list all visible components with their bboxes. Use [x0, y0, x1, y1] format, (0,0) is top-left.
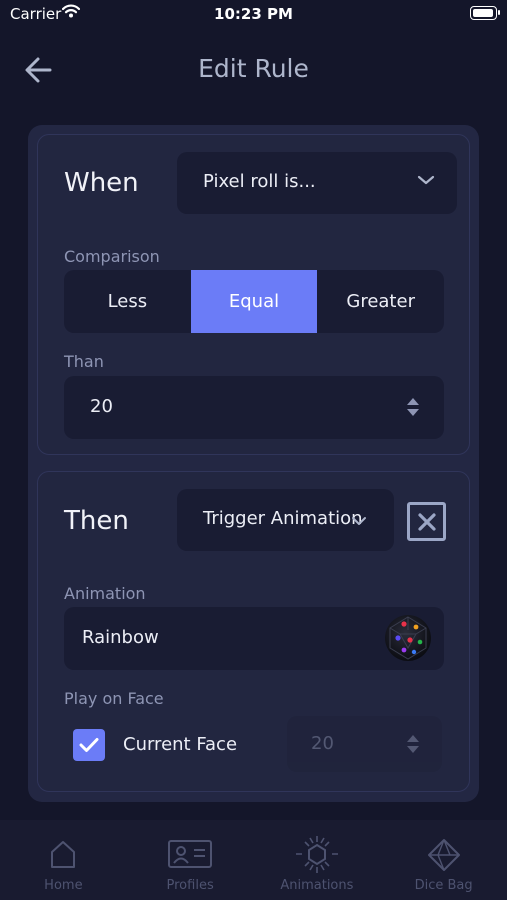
checkmark-icon: [79, 738, 99, 752]
status-time: 10:23 PM: [214, 5, 293, 23]
face-value: 20: [311, 733, 334, 754]
tab-animations-label: Animations: [280, 878, 354, 893]
segment-less[interactable]: Less: [64, 270, 191, 333]
current-face-label: Current Face: [123, 734, 238, 755]
status-bar: Carrier 10:23 PM: [0, 0, 507, 30]
tab-home-label: Home: [44, 878, 83, 893]
condition-dropdown[interactable]: Pixel roll is...: [177, 152, 457, 214]
play-on-face-label: Play on Face: [64, 689, 164, 708]
animation-picker[interactable]: Rainbow: [64, 607, 444, 670]
tab-profiles-label: Profiles: [166, 878, 214, 893]
chevron-down-icon: [417, 175, 435, 185]
chevron-down-icon: [352, 517, 366, 525]
when-title: When: [64, 168, 139, 198]
then-section: Then Trigger Animation Animation Rainbow: [37, 471, 470, 792]
tab-profiles[interactable]: Profiles: [127, 820, 254, 900]
tab-bar: Home Profiles Animations Dice Bag: [0, 820, 507, 900]
face-stepper[interactable]: 20: [287, 716, 442, 772]
battery-icon: [470, 6, 500, 20]
than-value-stepper[interactable]: 20: [64, 376, 444, 439]
animation-name: Rainbow: [82, 627, 159, 648]
stepper-arrows-icon: [407, 735, 419, 753]
nav-header: Edit Rule: [0, 40, 507, 100]
than-value: 20: [90, 396, 113, 417]
close-icon: [417, 512, 436, 531]
than-label: Than: [64, 352, 104, 371]
page-title: Edit Rule: [198, 54, 309, 83]
segment-equal[interactable]: Equal: [190, 270, 318, 333]
home-icon: [51, 841, 76, 868]
animations-icon: [295, 836, 338, 873]
condition-dropdown-label: Pixel roll is...: [203, 171, 316, 192]
tab-home[interactable]: Home: [0, 820, 127, 900]
when-section: When Pixel roll is... Comparison Less Eq…: [37, 134, 470, 455]
dice-bag-icon: [427, 839, 460, 871]
comparison-segmented-control[interactable]: Less Equal Greater: [64, 270, 444, 333]
comparison-label: Comparison: [64, 247, 160, 266]
tab-dice-bag[interactable]: Dice Bag: [380, 820, 507, 900]
tab-animations[interactable]: Animations: [254, 820, 381, 900]
then-title: Then: [64, 506, 129, 536]
profile-card-icon: [168, 840, 213, 868]
delete-action-button[interactable]: [407, 502, 446, 541]
rule-card: When Pixel roll is... Comparison Less Eq…: [28, 125, 479, 802]
current-face-checkbox[interactable]: [73, 729, 105, 761]
animation-label: Animation: [64, 584, 146, 603]
tab-dice-bag-label: Dice Bag: [414, 878, 473, 893]
stepper-arrows-icon: [407, 398, 419, 416]
rainbow-dice-icon: [385, 615, 431, 661]
action-dropdown[interactable]: Trigger Animation: [177, 489, 394, 551]
segment-greater[interactable]: Greater: [317, 270, 444, 333]
action-dropdown-label: Trigger Animation: [203, 508, 363, 529]
